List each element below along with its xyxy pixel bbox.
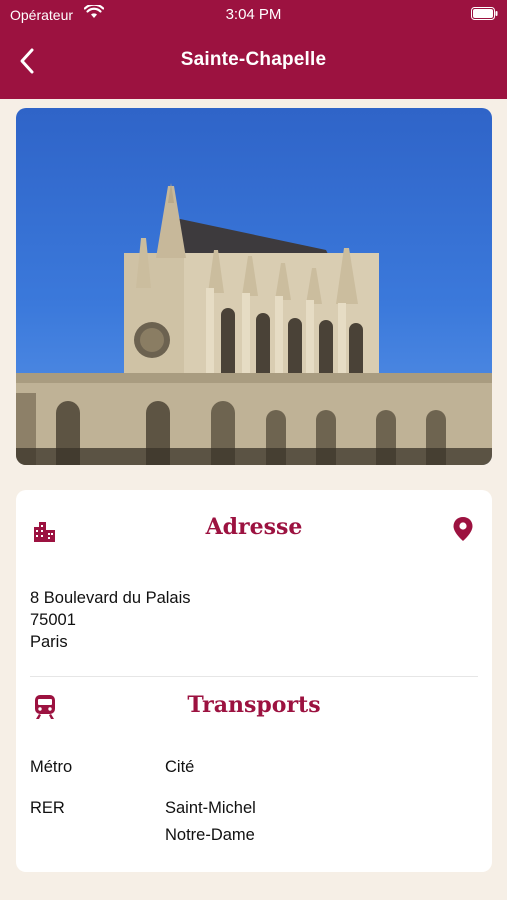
monument-illustration — [16, 183, 492, 465]
address-block: 8 Boulevard du Palais 75001 Paris — [30, 587, 191, 653]
status-bar: Opérateur 3:04 PM — [0, 0, 507, 30]
address-title: Adresse — [205, 514, 303, 540]
address-header: Adresse — [16, 514, 492, 548]
battery-icon — [471, 7, 498, 20]
map-pin-icon[interactable] — [451, 516, 475, 542]
monument-photo — [16, 108, 492, 465]
info-card: Adresse 8 Boulevard du Palais 75001 Pari… — [16, 490, 492, 872]
transport-label: Métro — [30, 758, 73, 776]
address-postcode: 75001 — [30, 611, 76, 629]
clock-label: 3:04 PM — [225, 6, 282, 23]
transports-header: Transports — [16, 692, 492, 726]
page-title: Sainte-Chapelle — [180, 49, 327, 70]
address-street: 8 Boulevard du Palais — [30, 589, 191, 607]
transports-title: Transports — [187, 692, 321, 718]
header-bar: Opérateur 3:04 PM Sainte-Chapelle — [0, 0, 507, 99]
navigation-bar: Sainte-Chapelle — [0, 40, 507, 84]
address-city: Paris — [30, 633, 68, 651]
section-divider — [30, 676, 478, 677]
transport-value: Cité — [165, 758, 195, 776]
transport-value: Saint-Michel Notre-Dame — [165, 799, 256, 844]
transport-label: RER — [30, 799, 65, 817]
